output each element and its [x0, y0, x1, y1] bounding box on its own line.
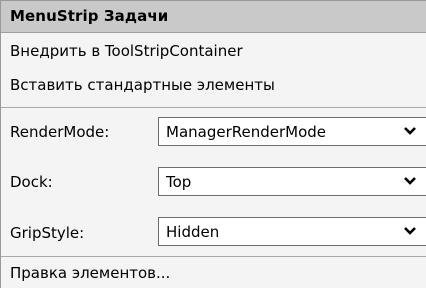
- chevron-down-icon: [403, 224, 417, 238]
- divider: [1, 256, 426, 257]
- render-mode-label: RenderMode:: [10, 123, 110, 141]
- panel-header: MenuStrip Задачи: [1, 1, 426, 33]
- smart-tag-panel: MenuStrip Задачи Внедрить в ToolStripCon…: [0, 0, 426, 288]
- panel-title: MenuStrip Задачи: [10, 7, 169, 25]
- grip-style-label: GripStyle:: [10, 224, 85, 242]
- dock-dropdown[interactable]: Top: [158, 167, 426, 196]
- grip-style-dropdown[interactable]: Hidden: [158, 217, 426, 246]
- render-mode-value: ManagerRenderMode: [166, 123, 327, 141]
- insert-standard-items-link[interactable]: Вставить стандартные элементы: [10, 76, 275, 94]
- chevron-down-icon: [403, 124, 417, 138]
- render-mode-dropdown[interactable]: ManagerRenderMode: [158, 117, 426, 146]
- embed-in-toolstripcontainer-link[interactable]: Внедрить в ToolStripContainer: [10, 42, 243, 60]
- divider: [1, 107, 426, 108]
- edit-items-link[interactable]: Правка элементов...: [10, 264, 170, 282]
- dock-value: Top: [166, 173, 192, 191]
- chevron-down-icon: [403, 174, 417, 188]
- grip-style-value: Hidden: [166, 223, 220, 241]
- dock-label: Dock:: [10, 173, 53, 191]
